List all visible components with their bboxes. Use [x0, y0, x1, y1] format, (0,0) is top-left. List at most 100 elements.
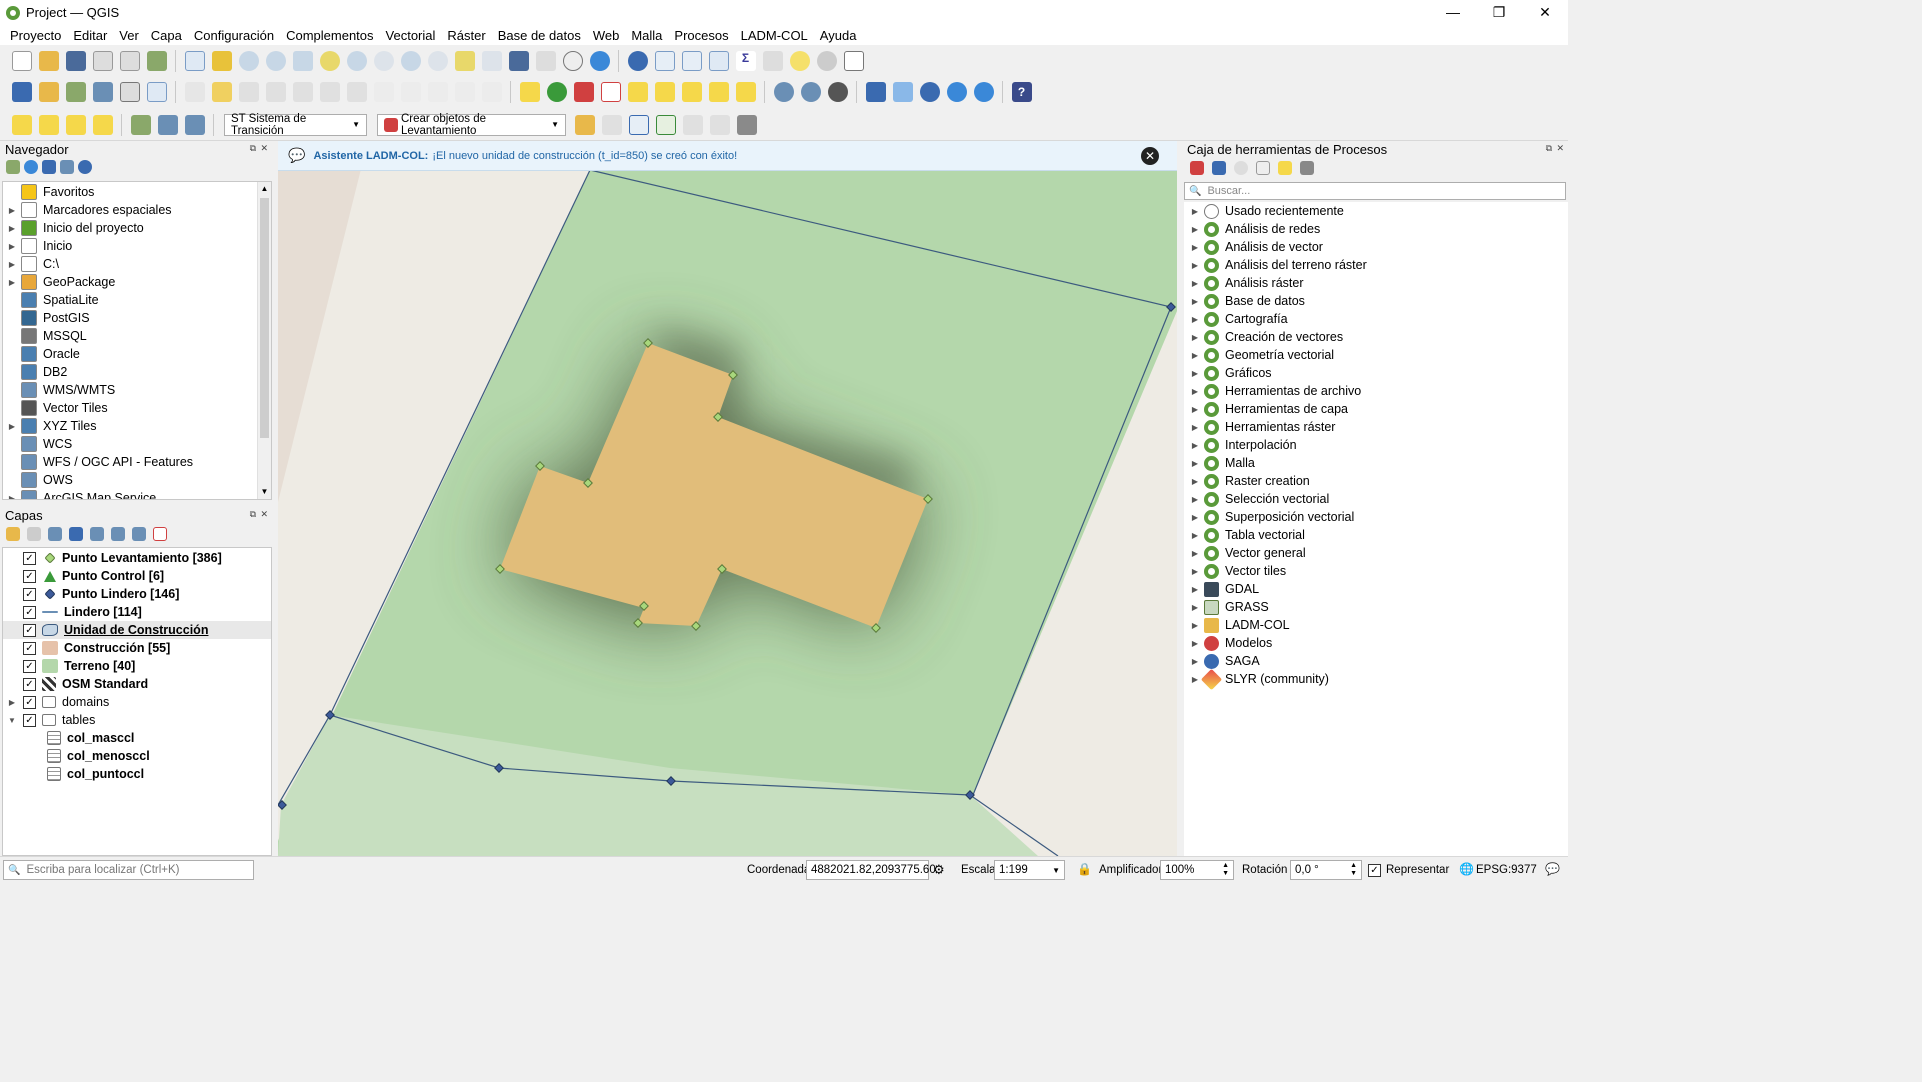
processing-group-item[interactable]: ▶ Tabla vectorial — [1184, 526, 1568, 544]
diagram-icon[interactable] — [546, 82, 567, 102]
layer-visibility-checkbox[interactable]: ✓ — [23, 713, 36, 727]
save-project-icon[interactable] — [65, 51, 86, 71]
statistics-icon[interactable]: Σ — [735, 51, 756, 71]
ladm-layers-icon[interactable] — [130, 114, 151, 135]
new-shapefile-icon[interactable] — [65, 82, 86, 102]
filter-legend-icon[interactable] — [69, 527, 83, 541]
layer-visibility-checkbox[interactable]: ✓ — [23, 551, 36, 565]
fill-boundary-points-icon[interactable] — [655, 114, 676, 135]
add-feature-icon[interactable] — [265, 82, 286, 102]
copy-icon[interactable] — [400, 82, 421, 102]
expand-arrow-icon[interactable]: ▶ — [1186, 459, 1204, 468]
menu-ayuda[interactable]: Ayuda — [814, 28, 863, 43]
expand-arrow-icon[interactable]: ▶ — [3, 494, 21, 500]
processing-group-item[interactable]: ▶ GRASS — [1184, 598, 1568, 616]
label-highlight-icon[interactable] — [573, 82, 594, 102]
zoom-native-icon[interactable] — [373, 51, 394, 71]
build-boundaries-icon[interactable] — [628, 114, 649, 135]
navigator-item[interactable]: WFS / OGC API - Features — [3, 453, 271, 471]
layer-visibility-checkbox[interactable]: ✓ — [23, 569, 36, 583]
layer-item[interactable]: ✓ Punto Control [6] — [3, 567, 271, 585]
messages-icon[interactable]: 💬 — [1545, 862, 1560, 876]
menu-proyecto[interactable]: Proyecto — [4, 28, 67, 43]
menu-ver[interactable]: Ver — [113, 28, 145, 43]
expand-arrow-icon[interactable]: ▶ — [1186, 225, 1204, 234]
expand-arrow-icon[interactable]: ▶ — [3, 260, 21, 269]
actions-icon[interactable] — [816, 51, 837, 71]
crs-label[interactable]: EPSG:9377 — [1476, 864, 1537, 876]
layer-visibility-checkbox[interactable]: ✓ — [23, 659, 36, 673]
navigator-item[interactable]: Vector Tiles — [3, 399, 271, 417]
toggle-editing-icon[interactable] — [211, 82, 232, 102]
menu-complementos[interactable]: Complementos — [280, 28, 379, 43]
processing-group-item[interactable]: ▶ Geometría vectorial — [1184, 346, 1568, 364]
processing-group-item[interactable]: ▶ Herramientas de capa — [1184, 400, 1568, 418]
delete-selected-icon[interactable] — [346, 82, 367, 102]
processing-group-item[interactable]: ▶ Malla — [1184, 454, 1568, 472]
map-tips-icon[interactable] — [789, 51, 810, 71]
move-node-icon[interactable] — [709, 114, 730, 135]
processing-toolbox-icon[interactable] — [708, 51, 729, 71]
layer-visibility-checkbox[interactable]: ✓ — [23, 623, 36, 637]
navigator-item[interactable]: Favoritos — [3, 183, 271, 201]
scripts-icon[interactable] — [1212, 161, 1226, 175]
close-message-icon[interactable]: ✕ — [1141, 147, 1159, 165]
menu-web[interactable]: Web — [587, 28, 626, 43]
new-spatialite-icon[interactable] — [92, 82, 113, 102]
layer-item[interactable]: ✓ Unidad de Construcción — [3, 621, 271, 639]
close-button[interactable]: ✕ — [1522, 0, 1568, 25]
processing-group-item[interactable]: ▶ Base de datos — [1184, 292, 1568, 310]
magnifier-spinbox[interactable]: 100% ▲ ▼ — [1160, 860, 1234, 880]
options-icon[interactable] — [1300, 161, 1314, 175]
style-manager-icon[interactable] — [146, 51, 167, 71]
layer-visibility-checkbox[interactable]: ✓ — [23, 587, 36, 601]
processing-search-input[interactable]: 🔍 Buscar... — [1184, 182, 1566, 200]
menu-raster[interactable]: Ráster — [441, 28, 491, 43]
menu-configuracion[interactable]: Configuración — [188, 28, 280, 43]
wcs-layer-icon[interactable] — [800, 82, 821, 102]
expand-arrow-icon[interactable]: ▶ — [1186, 657, 1204, 666]
create-survey-objects-combo[interactable]: Crear objetos de Levantamiento ▼ — [377, 113, 566, 137]
save-edits-icon[interactable] — [238, 82, 259, 102]
navigator-item[interactable]: Oracle — [3, 345, 271, 363]
crs-globe-icon[interactable]: 🌐 — [1459, 862, 1474, 876]
navigator-item[interactable]: SpatiaLite — [3, 291, 271, 309]
expand-arrow-icon[interactable]: ▼ — [3, 716, 21, 725]
show-hide-labels-icon[interactable] — [654, 82, 675, 102]
expand-arrow-icon[interactable]: ▶ — [1186, 531, 1204, 540]
expand-arrow-icon[interactable]: ▶ — [1186, 405, 1204, 414]
new-temp-layer-icon[interactable] — [119, 82, 140, 102]
zoom-to-layer-icon[interactable] — [346, 51, 367, 71]
navigator-item[interactable]: WMS/WMTS — [3, 381, 271, 399]
layer-visibility-checkbox[interactable]: ✓ — [23, 605, 36, 619]
processing-group-item[interactable]: ▶ SAGA — [1184, 652, 1568, 670]
processing-group-item[interactable]: ▶ Gráficos — [1184, 364, 1568, 382]
results-viewer-icon[interactable] — [1256, 161, 1270, 175]
zoom-full-icon[interactable] — [292, 51, 313, 71]
processing-group-item[interactable]: ▶ Vector general — [1184, 544, 1568, 562]
temporal-controller-icon[interactable] — [562, 51, 583, 71]
collapse-all-icon[interactable] — [60, 160, 74, 174]
add-group-icon[interactable] — [27, 527, 41, 541]
georeferencer-icon[interactable] — [892, 82, 913, 102]
data-source-manager-icon[interactable] — [11, 82, 32, 102]
models-icon[interactable] — [1190, 161, 1204, 175]
open-project-icon[interactable] — [38, 51, 59, 71]
layer-item[interactable]: ▼ ✓ tables — [3, 711, 271, 729]
field-calculator-icon[interactable] — [681, 51, 702, 71]
pan-icon[interactable] — [184, 51, 205, 71]
show-bookmarks-icon[interactable] — [535, 51, 556, 71]
ladm-copy-icon[interactable] — [184, 114, 205, 135]
manage-themes-icon[interactable] — [48, 527, 62, 541]
processing-group-item[interactable]: ▶ LADM-COL — [1184, 616, 1568, 634]
layer-item[interactable]: ✓ Construcción [55] — [3, 639, 271, 657]
coordinate-toggle-icon[interactable]: ⚙ — [933, 862, 945, 878]
system-transition-combo[interactable]: ST Sistema de Transición ▼ — [224, 113, 367, 137]
expand-arrow-icon[interactable]: ▶ — [1186, 639, 1204, 648]
expand-arrow-icon[interactable]: ▶ — [1186, 315, 1204, 324]
processing-group-item[interactable]: ▶ Raster creation — [1184, 472, 1568, 490]
expand-arrow-icon[interactable]: ▶ — [1186, 243, 1204, 252]
layer-item[interactable]: ✓ Lindero [114] — [3, 603, 271, 621]
navigator-item[interactable]: ▶ Marcadores espaciales — [3, 201, 271, 219]
navigator-item[interactable]: ▶ C:\ — [3, 255, 271, 273]
